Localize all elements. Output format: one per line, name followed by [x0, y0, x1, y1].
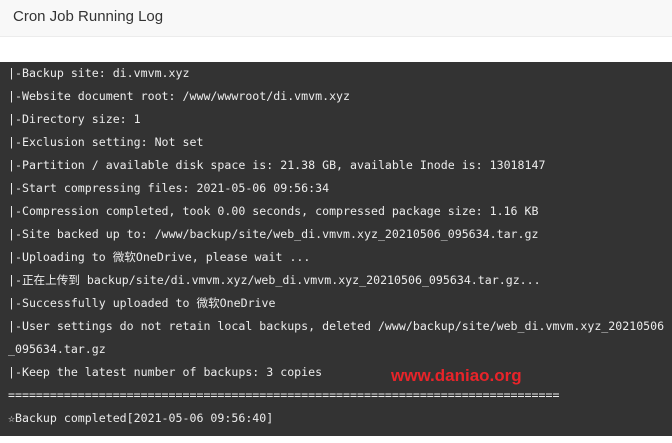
log-line: |-Partition / available disk space is: 2…: [8, 158, 546, 172]
log-line: |-正在上传到 backup/site/di.vmvm.xyz/web_di.v…: [8, 273, 541, 287]
dialog-title: Cron Job Running Log: [13, 8, 164, 25]
log-line: |-Start compressing files: 2021-05-06 09…: [8, 181, 330, 195]
log-line: |-Successfully uploaded to 微软OneDrive: [8, 296, 276, 310]
watermark-text: www.daniao.org: [391, 366, 522, 385]
log-line: |-Compression completed, took 0.00 secon…: [8, 204, 539, 218]
log-line: |-Backup site: di.vmvm.xyz: [8, 66, 190, 80]
dialog-header: Cron Job Running Log: [0, 0, 672, 37]
log-line: |-Site backed up to: /www/backup/site/we…: [8, 227, 539, 241]
log-console[interactable]: |-Backup site: di.vmvm.xyz |-Website doc…: [0, 62, 672, 436]
log-line: |-Keep the latest number of backups: 3 c…: [8, 365, 323, 379]
log-line: |-Directory size: 1: [8, 112, 141, 126]
log-line: ☆Backup completed[2021-05-06 09:56:40]: [8, 411, 274, 425]
cron-log-dialog: Cron Job Running Log |-Backup site: di.v…: [0, 0, 672, 443]
log-line: |-Website document root: /www/wwwroot/di…: [8, 89, 351, 103]
log-separator: ========================================…: [8, 388, 560, 402]
log-line: |-Exclusion setting: Not set: [8, 135, 204, 149]
log-line: |-Uploading to 微软OneDrive, please wait .…: [8, 250, 311, 264]
log-line: |-User settings do not retain local back…: [8, 319, 665, 356]
